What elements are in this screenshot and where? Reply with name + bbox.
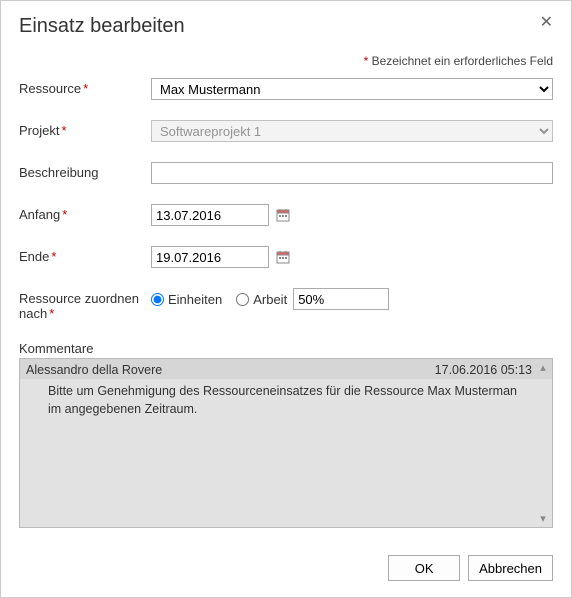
assign-by-radio-group: Einheiten Arbeit	[151, 292, 287, 307]
calendar-icon[interactable]	[275, 249, 291, 265]
row-resource: Ressource* Max Mustermann	[19, 78, 553, 100]
scroll-down-icon[interactable]: ▾	[536, 512, 550, 525]
required-note-text: Bezeichnet ein erforderliches Feld	[368, 54, 553, 68]
edit-assignment-dialog: Einsatz bearbeiten ✕ * Bezeichnet ein er…	[0, 0, 572, 598]
radio-work-label: Arbeit	[253, 292, 287, 307]
scroll-up-icon[interactable]: ▴	[536, 361, 550, 374]
close-icon[interactable]: ✕	[540, 15, 553, 31]
assign-amount-input[interactable]	[293, 288, 389, 310]
asterisk-icon: *	[83, 81, 88, 96]
dialog-title: Einsatz bearbeiten	[19, 15, 185, 38]
label-assign-by: Ressource zuordnen nach*	[19, 288, 151, 321]
label-end: Ende*	[19, 246, 151, 264]
label-comments: Kommentare	[19, 341, 553, 356]
asterisk-icon: *	[51, 249, 56, 264]
label-description: Beschreibung	[19, 162, 151, 180]
ok-button[interactable]: OK	[388, 555, 460, 581]
comment-timestamp: 17.06.2016 05:13	[435, 363, 532, 377]
radio-units[interactable]: Einheiten	[151, 292, 222, 307]
comment-author: Alessandro della Rovere	[26, 363, 162, 377]
end-date-input[interactable]	[151, 246, 269, 268]
label-start: Anfang*	[19, 204, 151, 222]
project-select[interactable]: Softwareprojekt 1	[151, 120, 553, 142]
cancel-button[interactable]: Abbrechen	[468, 555, 553, 581]
row-start: Anfang*	[19, 204, 553, 226]
comment-header: Alessandro della Rovere 17.06.2016 05:13	[20, 359, 552, 379]
comment-body: Bitte um Genehmigung des Ressourceneinsa…	[20, 379, 552, 424]
dialog-content: * Bezeichnet ein erforderliches Feld Res…	[1, 38, 571, 543]
label-project: Projekt*	[19, 120, 151, 138]
row-project: Projekt* Softwareprojekt 1	[19, 120, 553, 142]
radio-units-input[interactable]	[151, 293, 164, 306]
asterisk-icon: *	[61, 123, 66, 138]
radio-units-label: Einheiten	[168, 292, 222, 307]
dialog-header: Einsatz bearbeiten ✕	[1, 1, 571, 38]
row-description: Beschreibung	[19, 162, 553, 184]
label-resource: Ressource*	[19, 78, 151, 96]
description-input[interactable]	[151, 162, 553, 184]
comments-box: ▴ Alessandro della Rovere 17.06.2016 05:…	[19, 358, 553, 528]
row-assign-by: Ressource zuordnen nach* Einheiten Arbei…	[19, 288, 553, 321]
radio-work-input[interactable]	[236, 293, 249, 306]
required-field-note: * Bezeichnet ein erforderliches Feld	[19, 54, 553, 68]
asterisk-icon: *	[49, 306, 54, 321]
dialog-footer: OK Abbrechen	[1, 543, 571, 597]
start-date-input[interactable]	[151, 204, 269, 226]
calendar-icon[interactable]	[275, 207, 291, 223]
asterisk-icon: *	[62, 207, 67, 222]
resource-select[interactable]: Max Mustermann	[151, 78, 553, 100]
radio-work[interactable]: Arbeit	[236, 292, 287, 307]
row-end: Ende*	[19, 246, 553, 268]
